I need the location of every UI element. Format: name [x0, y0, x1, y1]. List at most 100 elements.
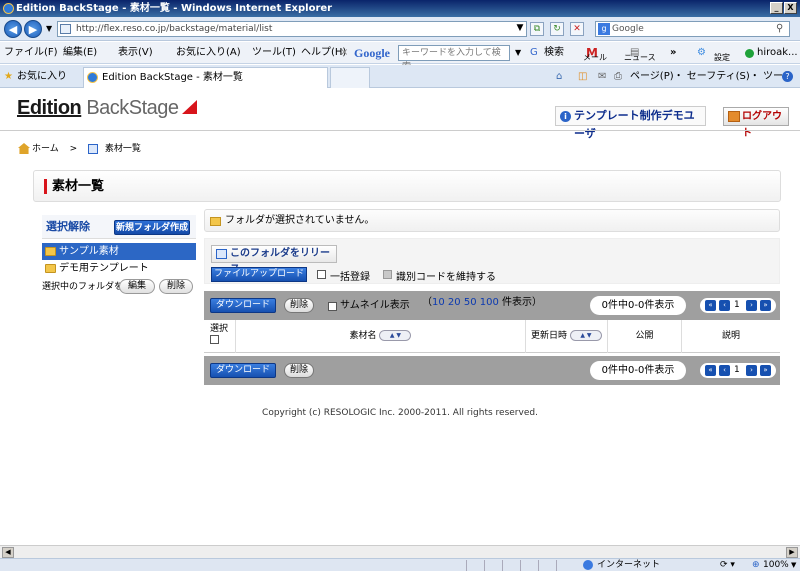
current-page: 1: [734, 300, 740, 310]
menu-favorites[interactable]: お気に入り(A): [176, 42, 241, 64]
first-page-icon[interactable]: «: [705, 365, 716, 376]
google-toolbar-input[interactable]: キーワードを入力して検索: [398, 45, 510, 72]
zoom-icon: ⊕: [752, 560, 760, 570]
delete-button[interactable]: 削除: [284, 363, 314, 378]
home-icon[interactable]: ⌂: [556, 65, 562, 88]
menubar: ファイル(F) 編集(E) 表示(V) お気に入り(A) ツール(T) ヘルプ(…: [0, 42, 800, 72]
favorites-button[interactable]: お気に入り: [17, 65, 67, 88]
keep-id-label: 識別コードを維持する: [396, 272, 496, 283]
scroll-right-icon[interactable]: ▶: [786, 547, 798, 558]
mail-read-icon[interactable]: ✉: [598, 65, 606, 88]
last-page-icon[interactable]: »: [760, 365, 771, 376]
more-chevron-icon[interactable]: »: [670, 42, 676, 64]
tab-current[interactable]: Edition BackStage - 素材一覧: [83, 67, 328, 88]
user-name: テンプレート制作デモユーザ: [574, 109, 695, 140]
menu-file[interactable]: ファイル(F): [4, 42, 58, 64]
breadcrumb: ホーム > 素材一覧: [18, 142, 141, 156]
logout-button[interactable]: ログアウト: [723, 107, 789, 139]
prev-page-icon[interactable]: ‹: [719, 300, 730, 311]
prev-page-icon[interactable]: ‹: [719, 365, 730, 376]
refresh-icon[interactable]: ↻: [550, 22, 564, 36]
thumbnail-checkbox[interactable]: [328, 302, 337, 311]
breadcrumb-home[interactable]: ホーム: [32, 144, 59, 154]
new-tab-button[interactable]: [330, 67, 370, 88]
sort-updated-buttons[interactable]: ▲ ▼: [569, 330, 602, 341]
download-button[interactable]: ダウンロード: [210, 298, 276, 313]
select-all-checkbox[interactable]: [210, 335, 219, 344]
zoom-dropdown-icon[interactable]: ▼: [791, 559, 796, 571]
delete-button[interactable]: 削除: [284, 298, 314, 313]
stop-icon[interactable]: ✕: [570, 22, 584, 36]
menu-edit[interactable]: 編集(E): [63, 42, 97, 64]
delete-folder-button[interactable]: 削除: [159, 279, 193, 294]
last-page-icon[interactable]: »: [760, 300, 771, 311]
print-icon[interactable]: ⎙: [614, 65, 622, 88]
horizontal-scrollbar[interactable]: ◀ ▶: [0, 545, 800, 558]
page-viewport: Edition BackStage i テンプレート制作デモユーザ ログアウト …: [0, 89, 800, 545]
col-updated: 更新日時 ▲ ▼: [526, 320, 608, 353]
settings-icon: ⚙: [697, 47, 706, 58]
news-button[interactable]: ニュース: [624, 52, 656, 64]
breadcrumb-separator: >: [69, 144, 78, 154]
history-dropdown-icon[interactable]: ▼: [46, 24, 52, 33]
back-button[interactable]: ◀: [4, 20, 22, 38]
close-button[interactable]: X: [784, 2, 797, 14]
scroll-left-icon[interactable]: ◀: [2, 547, 14, 558]
bulk-register-checkbox[interactable]: [317, 270, 326, 279]
mail-button[interactable]: メール: [583, 52, 607, 64]
download-button[interactable]: ダウンロード: [210, 363, 276, 378]
close-toolbar-icon[interactable]: ×: [340, 42, 348, 64]
protected-mode-icon[interactable]: ⟳ ▾: [720, 559, 735, 571]
page-size-10[interactable]: 10: [432, 297, 445, 308]
folder-label: デモ用テンプレート: [59, 263, 149, 274]
tab-label: Edition BackStage - 素材一覧: [102, 72, 243, 83]
bulk-register-label: 一括登録: [330, 272, 370, 283]
sort-name-buttons[interactable]: ▲ ▼: [379, 330, 412, 341]
search-icon[interactable]: ⚲: [776, 22, 783, 36]
pagination: « ‹ 1 › »: [700, 298, 776, 313]
forward-button[interactable]: ▶: [24, 20, 42, 38]
zoom-level[interactable]: 100%: [763, 559, 789, 571]
selected-folder-label: 選択中のフォルダを: [42, 282, 124, 292]
logout-label: ログアウト: [742, 111, 782, 139]
ie-logo-icon: [3, 3, 14, 14]
address-dropdown-icon[interactable]: ▼: [513, 22, 527, 36]
google-dropdown-icon[interactable]: ▼: [515, 42, 521, 64]
address-url: http://flex.reso.co.jp/backstage/materia…: [76, 24, 273, 34]
upload-file-button[interactable]: ファイルアップロード: [211, 267, 307, 282]
clear-selection-button[interactable]: 選択解除 新規フォルダ作成: [42, 215, 196, 239]
folder-item-sample[interactable]: サンプル素材: [42, 243, 196, 260]
settings-button[interactable]: 設定: [714, 52, 730, 64]
new-folder-button[interactable]: 新規フォルダ作成: [114, 220, 190, 235]
menu-view[interactable]: 表示(V): [118, 42, 153, 64]
home-icon: [18, 143, 30, 154]
zone-label: インターネット: [597, 560, 661, 570]
search-input[interactable]: g Google ⚲: [595, 21, 790, 37]
user-menu[interactable]: hiroak...: [757, 42, 798, 64]
edit-folder-button[interactable]: 編集: [119, 279, 155, 294]
minimize-button[interactable]: _: [770, 2, 783, 14]
page-size-20[interactable]: 20: [448, 297, 461, 308]
col-public: 公開: [608, 320, 682, 353]
help-icon[interactable]: ?: [782, 71, 793, 82]
folder-item-demo[interactable]: デモ用テンプレート: [42, 260, 196, 277]
next-page-icon[interactable]: ›: [746, 300, 757, 311]
google-search-button[interactable]: 検索: [544, 42, 564, 64]
next-page-icon[interactable]: ›: [746, 365, 757, 376]
menu-tools[interactable]: ツール(T): [252, 42, 296, 64]
table-toolbar-bottom: ダウンロード 削除 0件中0-0件表示 « ‹ 1 › »: [204, 356, 780, 385]
compatibility-icon[interactable]: ⧉: [530, 22, 544, 36]
copyright: Copyright (c) RESOLOGIC Inc. 2000-2011. …: [262, 408, 538, 418]
breadcrumb-current: 素材一覧: [104, 144, 141, 154]
first-page-icon[interactable]: «: [705, 300, 716, 311]
status-cell: [502, 560, 518, 571]
no-folder-notice: フォルダが選択されていません。: [204, 209, 780, 232]
page-size-50[interactable]: 50: [464, 297, 477, 308]
header-divider: [0, 130, 800, 131]
favorites-bar: ★ お気に入り Edition BackStage - 素材一覧 ⌂ ◫ ✉ ⎙…: [0, 65, 800, 105]
release-folder-button[interactable]: このフォルダをリリース: [211, 245, 337, 275]
address-input[interactable]: http://flex.reso.co.jp/backstage/materia…: [57, 21, 527, 37]
page-size-100[interactable]: 100: [480, 297, 499, 308]
user-button[interactable]: i テンプレート制作デモユーザ: [555, 106, 706, 140]
feeds-icon[interactable]: ◫: [578, 65, 587, 88]
